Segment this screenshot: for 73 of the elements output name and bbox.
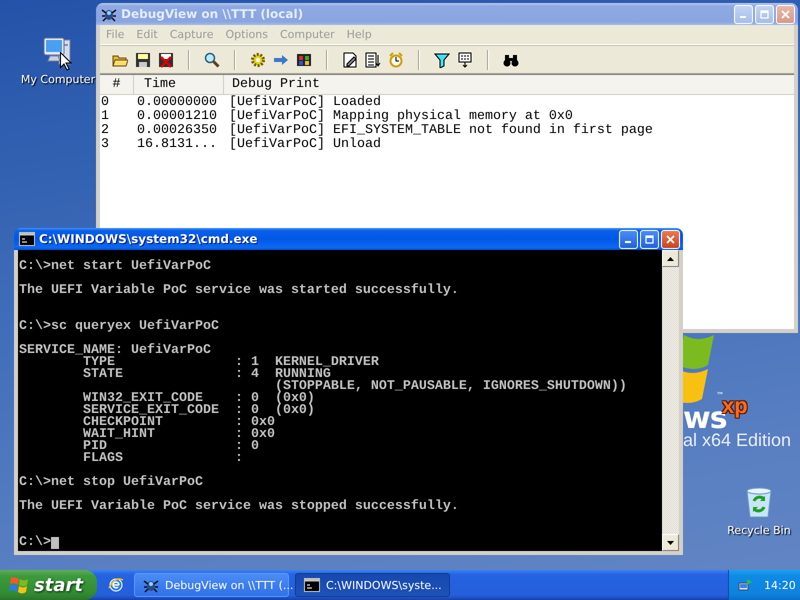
- console-line: WAIT_HINT : 0x0: [82, 429, 275, 441]
- minimize-button[interactable]: [619, 230, 638, 248]
- console-line: (STOPPABLE, NOT_PAUSABLE, IGNORES_SHUTDOWN)): [274, 381, 627, 393]
- save-icon[interactable]: [135, 52, 151, 68]
- row-index: 3: [100, 138, 110, 152]
- time-cell-text: 0.00026350: [136, 124, 218, 138]
- debug-message: [UefiVarPoC] Unload: [228, 138, 382, 152]
- console-line: The UEFI Variable PoC service was started successfully.: [19, 285, 459, 297]
- console-line: C:\>sc queryex UefiVarPoC: [19, 321, 219, 333]
- debug-message: [UefiVarPoC] Mapping physical memory at 0x0: [228, 110, 574, 124]
- up-arrow-icon[interactable]: [667, 256, 674, 260]
- row-index: 2: [100, 124, 110, 138]
- start-button[interactable]: start: [0, 570, 97, 600]
- search-icon[interactable]: [204, 52, 220, 68]
- console-line: TYPE : 1 KERNEL_DRIVER: [82, 357, 379, 369]
- row-index: 0: [100, 96, 110, 110]
- flag-icon: [9, 576, 29, 594]
- column-header[interactable]: #: [100, 75, 134, 94]
- scroll-down-button[interactable]: [662, 534, 679, 551]
- console-line: PID : 0: [82, 441, 259, 453]
- debug-message: [UefiVarPoC] Loaded: [228, 96, 381, 110]
- highlight-icon[interactable]: [457, 52, 473, 68]
- column-header[interactable]: Debug Print: [224, 75, 794, 94]
- close-button[interactable]: [661, 230, 680, 248]
- console-icon: [19, 232, 35, 246]
- window-title: DebugView on \\TTT (local): [121, 7, 304, 21]
- column-header[interactable]: Time: [134, 75, 224, 94]
- filter-icon[interactable]: [434, 52, 450, 68]
- mouse-pointer-icon: [60, 52, 72, 71]
- text-cursor: [51, 537, 59, 549]
- console-icon: [304, 578, 320, 592]
- scrollbar[interactable]: [662, 250, 679, 551]
- menu-item[interactable]: Edit: [130, 28, 164, 41]
- time-cell-text: 16.8131...: [136, 138, 218, 152]
- desktop-icon-label[interactable]: My Computer: [20, 73, 96, 86]
- down-arrow-icon[interactable]: [667, 540, 674, 544]
- debug-message: [UefiVarPoC] EFI_SYSTEM_TABLE not found in first page: [228, 124, 654, 138]
- time-cell-text: 0.00001210: [136, 110, 218, 124]
- clock-icon[interactable]: [388, 52, 404, 68]
- clear-icon[interactable]: [158, 52, 174, 68]
- gear-icon[interactable]: [250, 52, 266, 68]
- console-line: C:\>net start UefiVarPoC: [19, 261, 211, 273]
- row-index: 1: [100, 110, 110, 124]
- console-line: CHECKPOINT : 0x0: [82, 417, 275, 429]
- console-line: The UEFI Variable PoC service was stopped successfully.: [19, 501, 459, 513]
- desktop-icon-label[interactable]: Recycle Bin: [727, 524, 791, 537]
- time-cell-text: 0.00000000: [136, 96, 218, 110]
- maximize-button[interactable]: [640, 230, 659, 248]
- edit-icon[interactable]: [342, 52, 358, 68]
- trademark-sign: ™: [716, 391, 724, 400]
- network-icon[interactable]: [738, 577, 754, 593]
- console-line: SERVICE_NAME: UefiVarPoC: [19, 345, 211, 357]
- console-line: C:\>net stop UefiVarPoC: [19, 477, 203, 489]
- console-line: SERVICE_EXIT_CODE : 0 (0x0): [82, 405, 315, 417]
- menu-item[interactable]: Capture: [164, 28, 220, 41]
- console-line: FLAGS :: [82, 453, 243, 465]
- menu-item[interactable]: File: [100, 28, 130, 41]
- recycle-bin-icon: [744, 487, 774, 519]
- taskbar-button[interactable]: C:\WINDOWS\syste...: [295, 573, 450, 597]
- menu-item[interactable]: Computer: [274, 28, 341, 41]
- browser-icon[interactable]: [108, 577, 124, 593]
- maximize-icon[interactable]: [645, 234, 654, 244]
- console-prompt: C:\>: [19, 537, 51, 549]
- window-title: C:\WINDOWS\system32\cmd.exe: [39, 232, 259, 246]
- list-icon[interactable]: [365, 52, 381, 68]
- console-line: WIN32_EXIT_CODE : 0 (0x0): [82, 393, 315, 405]
- close-icon[interactable]: [666, 234, 675, 244]
- scroll-up-button[interactable]: [662, 250, 679, 267]
- menu-item[interactable]: Options: [219, 28, 274, 41]
- menu-item[interactable]: Help: [340, 28, 378, 41]
- grid-icon[interactable]: [296, 52, 312, 68]
- logo-edition: al x64 Edition: [683, 430, 792, 451]
- clock[interactable]: 14:20: [764, 578, 796, 592]
